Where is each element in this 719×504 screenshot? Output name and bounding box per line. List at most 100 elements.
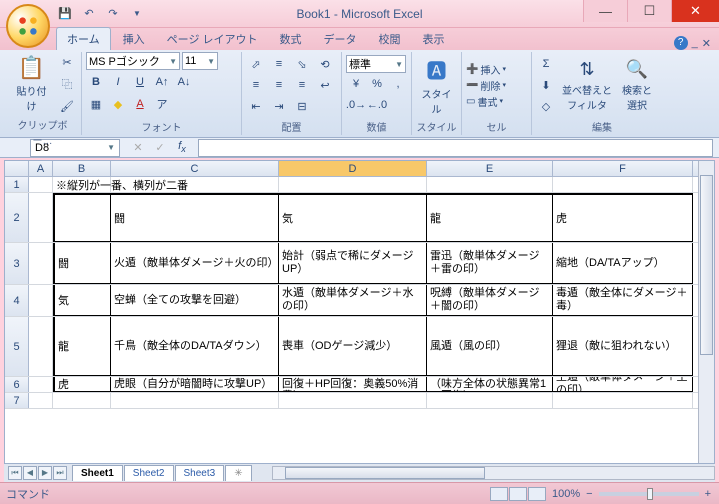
row-header[interactable]: 4	[5, 285, 29, 316]
row-header[interactable]: 3	[5, 243, 29, 284]
indent-inc-icon[interactable]: ⇥	[269, 96, 289, 116]
cell[interactable]: 毒遁（敵全体にダメージ＋毒）	[553, 285, 693, 316]
cell[interactable]	[29, 193, 53, 242]
new-sheet-button[interactable]: ✳	[225, 465, 251, 481]
cell[interactable]	[111, 393, 279, 408]
cell[interactable]: 闘	[111, 193, 279, 242]
cell[interactable]: ※縦列が一番、横列が二番	[53, 177, 111, 192]
align-center-icon[interactable]: ≡	[269, 75, 289, 95]
font-color-button[interactable]: A	[130, 94, 150, 114]
currency-icon[interactable]: ¥	[346, 74, 366, 94]
align-middle-icon[interactable]: ≡	[269, 54, 289, 74]
cell[interactable]	[427, 177, 553, 192]
undo-icon[interactable]: ↶	[80, 5, 98, 23]
col-header[interactable]: A	[29, 161, 53, 176]
horizontal-scrollbar[interactable]	[272, 466, 715, 480]
col-header[interactable]: F	[553, 161, 693, 176]
tab-home[interactable]: ホーム	[56, 27, 111, 50]
cell[interactable]: 水遁（敵単体ダメージ＋水の印）	[279, 285, 427, 316]
tab-formulas[interactable]: 数式	[270, 28, 312, 50]
fx-icon[interactable]: fx	[172, 138, 192, 158]
find-select-button[interactable]: 🔍 検索と 選択	[618, 57, 656, 114]
normal-view-button[interactable]	[490, 487, 508, 501]
row-header[interactable]: 1	[5, 177, 29, 192]
sheet-tab[interactable]: Sheet1	[72, 465, 123, 481]
row-header[interactable]: 5	[5, 317, 29, 376]
col-header[interactable]: B	[53, 161, 111, 176]
wrap-text-icon[interactable]: ↩	[315, 75, 335, 95]
zoom-slider[interactable]	[599, 492, 699, 496]
cell[interactable]: 火遁（敵単体ダメージ＋火の印）	[111, 243, 279, 284]
bold-button[interactable]: B	[86, 72, 106, 92]
grow-font-icon[interactable]: A↑	[152, 72, 172, 92]
tab-insert[interactable]: 挿入	[113, 28, 155, 50]
merge-icon[interactable]: ⊟	[292, 96, 312, 116]
orientation-icon[interactable]: ⟲	[315, 54, 335, 74]
sheet-tab[interactable]: Sheet2	[124, 465, 174, 481]
cell[interactable]	[29, 377, 53, 392]
underline-button[interactable]: U	[130, 72, 150, 92]
col-header[interactable]: D	[279, 161, 427, 176]
cell[interactable]: 喪車（ODゲージ減少）	[279, 317, 427, 376]
insert-cells-button[interactable]: ➕挿入▾	[466, 62, 506, 77]
format-painter-icon[interactable]: 🖌	[57, 96, 77, 116]
sheet-tab[interactable]: Sheet3	[175, 465, 225, 481]
cell[interactable]: 虎眼（自分が暗闇時に攻撃UP）	[111, 377, 279, 392]
align-top-icon[interactable]: ⬀	[246, 54, 266, 74]
cell[interactable]: 龍	[53, 317, 111, 376]
indent-dec-icon[interactable]: ⇤	[246, 96, 266, 116]
minimize-ribbon-icon[interactable]: _	[692, 37, 698, 49]
cell[interactable]	[53, 393, 111, 408]
copy-icon[interactable]: ⿻	[57, 74, 77, 94]
cell[interactable]: 風遁（風の印）	[427, 317, 553, 376]
number-format-combo[interactable]: 標準▼	[346, 55, 406, 73]
autosum-icon[interactable]: Σ	[536, 54, 556, 74]
row-header[interactable]: 7	[5, 393, 29, 408]
phonetic-icon[interactable]: ア	[152, 94, 172, 114]
enter-formula-icon[interactable]: ✓	[150, 138, 170, 158]
tab-pagelayout[interactable]: ページ レイアウト	[157, 28, 268, 50]
doc-close-icon[interactable]: ✕	[702, 37, 711, 50]
select-all-corner[interactable]	[5, 161, 29, 176]
styles-button[interactable]: 🅰 スタイル	[416, 53, 457, 118]
cell[interactable]: 始計（弱点で稀にダメージUP）	[279, 243, 427, 284]
border-button[interactable]: ▦	[86, 94, 106, 114]
cell[interactable]	[29, 285, 53, 316]
align-left-icon[interactable]: ≡	[246, 75, 266, 95]
cell[interactable]	[29, 393, 53, 408]
delete-cells-button[interactable]: ➖削除▾	[466, 78, 506, 93]
inc-decimal-icon[interactable]: .0→	[346, 95, 366, 115]
minimize-button[interactable]: —	[583, 0, 627, 22]
font-size-combo[interactable]: 11▼	[182, 52, 218, 70]
format-cells-button[interactable]: ▭書式▾	[466, 94, 506, 109]
font-name-combo[interactable]: MS Pゴシック▼	[86, 52, 180, 70]
prev-sheet-button[interactable]: ◀	[23, 466, 37, 480]
comma-icon[interactable]: ,	[388, 74, 408, 94]
cell[interactable]: 千鳥（敵全体のDA/TAダウン）	[111, 317, 279, 376]
percent-icon[interactable]: %	[367, 74, 387, 94]
tab-review[interactable]: 校閲	[369, 28, 411, 50]
cell[interactable]: 活殺（自分の状態異常全て回復＋HP回復：奥義50%消費）	[279, 377, 427, 392]
maximize-button[interactable]: ☐	[627, 0, 671, 22]
italic-button[interactable]: I	[108, 72, 128, 92]
cell[interactable]: 虎	[53, 377, 111, 392]
cell[interactable]	[29, 243, 53, 284]
redo-icon[interactable]: ↷	[104, 5, 122, 23]
col-header[interactable]: E	[427, 161, 553, 176]
page-layout-view-button[interactable]	[509, 487, 527, 501]
fill-icon[interactable]: ⬇	[536, 75, 556, 95]
cell[interactable]: 蛍火 （味方全体の状態異常1つ回復）	[427, 377, 553, 392]
formula-input[interactable]	[198, 139, 713, 157]
cell[interactable]: 縮地（DA/TAアップ）	[553, 243, 693, 284]
cell[interactable]: 狸退（敵に狙われない）	[553, 317, 693, 376]
cell[interactable]	[553, 177, 693, 192]
next-sheet-button[interactable]: ▶	[38, 466, 52, 480]
sort-filter-button[interactable]: ⇅ 並べ替えと フィルタ	[558, 57, 616, 114]
office-button[interactable]	[6, 4, 50, 48]
cell[interactable]: 闘	[53, 243, 111, 284]
cell[interactable]: 土遁（敵単体ダメージ＋土の印）	[553, 377, 693, 392]
zoom-out-button[interactable]: −	[586, 488, 592, 500]
paste-button[interactable]: 📋 貼り付け	[8, 53, 55, 115]
cell[interactable]: 雷迅（敵単体ダメージ＋雷の印）	[427, 243, 553, 284]
cell[interactable]: 気	[279, 193, 427, 242]
